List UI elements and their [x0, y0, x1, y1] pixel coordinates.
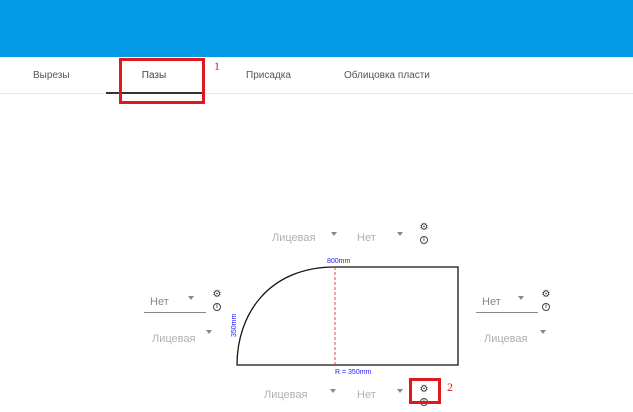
width-dimension-label: 800mm [327, 258, 351, 265]
height-dimension-label: 350mm [231, 313, 238, 337]
panel-outline [236, 266, 459, 366]
radius-dimension-label: R = 350mm [335, 369, 372, 376]
panel-drawing: 800mm 350mm R = 350mm [231, 258, 459, 376]
